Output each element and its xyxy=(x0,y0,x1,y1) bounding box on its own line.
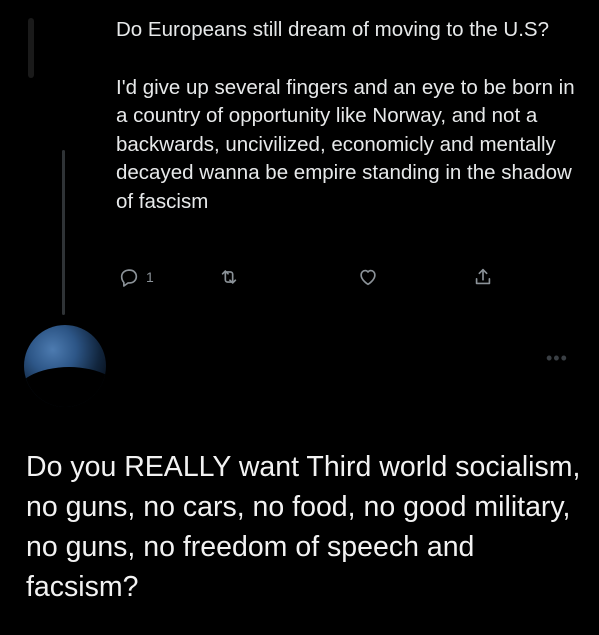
share-icon xyxy=(475,268,491,285)
thread-line xyxy=(62,150,65,315)
more-options-button[interactable]: ••• xyxy=(546,348,572,368)
heart-icon xyxy=(360,269,376,286)
reply-button[interactable]: 1 xyxy=(118,262,154,292)
tweet-paragraph-statement: I'd give up several fingers and an eye t… xyxy=(116,75,575,213)
tweet-paragraph-question: Do Europeans still dream of moving to th… xyxy=(116,18,549,41)
share-button[interactable] xyxy=(472,262,494,292)
tweet-body: Do Europeans still dream of moving to th… xyxy=(116,16,586,216)
previous-avatar-edge xyxy=(28,18,34,78)
like-button[interactable] xyxy=(357,262,379,292)
meme-caption: Do you REALLY want Third world socialism… xyxy=(26,451,581,603)
reply-icon xyxy=(120,269,138,287)
faint-background-text xyxy=(258,372,348,384)
retweet-button[interactable] xyxy=(218,262,240,292)
tweet-action-bar: 1 xyxy=(114,262,514,292)
reply-count: 1 xyxy=(146,269,154,285)
retweet-icon xyxy=(221,270,237,284)
avatar[interactable] xyxy=(24,325,106,407)
